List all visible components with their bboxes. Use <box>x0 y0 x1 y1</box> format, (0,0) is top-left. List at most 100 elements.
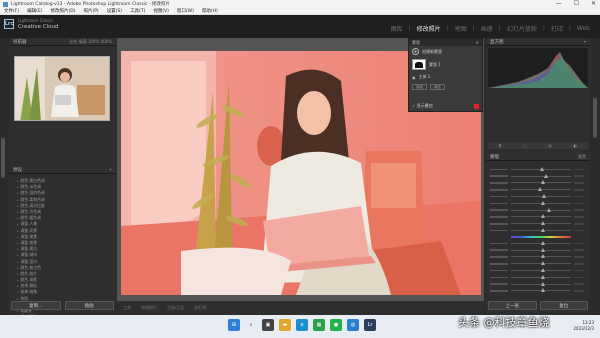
slider-knob[interactable] <box>541 240 545 245</box>
slider-knob[interactable] <box>541 200 545 205</box>
windows-start-icon[interactable]: ⊞ <box>228 319 240 331</box>
toolbar-item[interactable]: 之前/之后 <box>167 305 184 311</box>
close-button[interactable]: ✕ <box>591 0 596 8</box>
slider-row[interactable] <box>490 193 584 200</box>
slider-value[interactable] <box>574 263 584 265</box>
collapse-icon[interactable]: ▾ <box>584 39 586 44</box>
module-print[interactable]: 打印 <box>547 24 567 33</box>
slider-track[interactable] <box>511 240 571 245</box>
menu-edit[interactable]: 编辑(E) <box>27 8 42 14</box>
menu-file[interactable]: 文件(F) <box>4 8 19 14</box>
slider-knob[interactable] <box>539 166 544 171</box>
zoom-400[interactable]: 400% <box>101 39 112 44</box>
slider-value[interactable] <box>574 182 584 184</box>
slider-track[interactable] <box>511 173 571 178</box>
slider-value[interactable] <box>574 283 584 285</box>
slider-track[interactable] <box>511 166 571 171</box>
module-book[interactable]: 画册 <box>477 24 497 33</box>
eye-icon[interactable]: ◉ <box>412 75 416 80</box>
slider-row[interactable] <box>490 220 584 227</box>
slider-track[interactable] <box>511 214 571 219</box>
scroll-thumb[interactable] <box>593 98 597 138</box>
slider-knob[interactable] <box>541 180 545 185</box>
slider-knob[interactable] <box>544 173 548 178</box>
mask-icon[interactable]: ◐ <box>574 143 578 148</box>
slider-row[interactable] <box>490 288 584 295</box>
toolbar-item[interactable]: 工具 <box>123 305 131 311</box>
toolbar-item[interactable]: 软打样 <box>194 305 206 311</box>
add-mask-button[interactable]: 添加 <box>412 84 427 90</box>
module-library[interactable]: 图库 <box>387 24 407 33</box>
slider-row[interactable] <box>490 281 584 288</box>
menu-help[interactable]: 帮助(H) <box>202 8 218 14</box>
menu-tools[interactable]: 工具(T) <box>130 8 145 14</box>
paste-settings-button[interactable]: 粘贴 <box>64 301 114 310</box>
create-mask-row[interactable]: + 创建新蒙版 <box>409 46 482 57</box>
slider-knob[interactable] <box>541 247 545 252</box>
menu-develop[interactable]: 修改照片(D) <box>50 8 75 14</box>
close-icon[interactable]: ✕ <box>476 40 479 45</box>
slider-track[interactable] <box>511 281 571 286</box>
histogram-header[interactable]: 直方图 ▾ <box>486 38 590 46</box>
slider-row[interactable] <box>490 254 584 261</box>
copy-settings-button[interactable]: 复制... <box>11 301 61 310</box>
module-slideshow[interactable]: 幻灯片放映 <box>503 24 541 33</box>
slider-knob[interactable] <box>538 187 542 192</box>
slider-value[interactable] <box>574 175 584 177</box>
reset-button[interactable]: 复位 <box>539 301 588 310</box>
slider-value[interactable] <box>574 202 584 205</box>
slider-track[interactable] <box>511 200 571 205</box>
slider-knob[interactable] <box>541 254 545 259</box>
slider-row[interactable] <box>490 227 584 234</box>
heal-icon[interactable]: ◌ <box>523 143 527 148</box>
slider-value[interactable] <box>574 242 584 245</box>
edge-icon[interactable]: e <box>296 319 308 331</box>
store-icon[interactable]: ▦ <box>313 319 325 331</box>
slider-value[interactable] <box>574 249 584 251</box>
mask-section-header[interactable]: 蒙版 重置 <box>486 153 590 161</box>
slider-value[interactable] <box>574 290 584 292</box>
slider-knob[interactable] <box>541 221 545 226</box>
slider-knob[interactable] <box>541 261 545 266</box>
slider-value[interactable] <box>574 223 584 225</box>
slider-track[interactable] <box>511 187 571 192</box>
slider-row[interactable] <box>490 173 584 180</box>
slider-row[interactable] <box>490 200 584 207</box>
menu-view[interactable]: 视图(V) <box>153 8 169 14</box>
slider-track[interactable] <box>511 194 571 199</box>
previous-button[interactable]: 上一张 <box>488 301 537 310</box>
slider-value[interactable] <box>574 276 584 279</box>
lightroom-taskbar-icon[interactable]: Lr <box>364 319 376 331</box>
slider-knob[interactable] <box>547 207 551 212</box>
slider-row[interactable] <box>490 166 584 173</box>
minimize-button[interactable]: — <box>556 0 562 8</box>
slider-track[interactable] <box>511 274 571 279</box>
slider-track[interactable] <box>511 221 571 226</box>
slider-row[interactable] <box>490 207 584 214</box>
plus-icon[interactable]: + <box>412 48 419 55</box>
redeye-icon[interactable]: ◎ <box>548 143 552 148</box>
zoom-fit[interactable]: 适合 <box>69 39 77 44</box>
module-develop[interactable]: 修改照片 <box>413 24 445 33</box>
slider-row[interactable] <box>490 180 584 187</box>
menu-window[interactable]: 窗口(W) <box>177 8 194 14</box>
file-explorer-icon[interactable]: ▬ <box>279 319 291 331</box>
slider-row[interactable] <box>490 240 584 247</box>
slider-value[interactable] <box>574 209 584 211</box>
slider-row[interactable] <box>490 274 584 281</box>
menu-settings[interactable]: 设置(S) <box>107 8 122 14</box>
hue-color-bar[interactable] <box>511 235 571 238</box>
overlay-checkbox[interactable]: ✓ 显示叠加 <box>412 103 433 109</box>
slider-knob[interactable] <box>542 194 547 199</box>
wechat-icon[interactable]: ● <box>330 319 342 331</box>
zoom-fill[interactable]: 填满 <box>79 39 87 44</box>
right-panel-scrollbar[interactable] <box>592 38 598 315</box>
mask-sub-item[interactable]: ◉ 主体 1 <box>409 72 482 82</box>
slider-track[interactable] <box>511 254 571 259</box>
maximize-button[interactable]: ☐ <box>574 0 579 8</box>
menu-photo[interactable]: 照片(P) <box>83 8 98 14</box>
slider-track[interactable] <box>511 247 571 252</box>
slider-row[interactable] <box>490 214 584 221</box>
slider-value[interactable] <box>574 216 584 218</box>
slider-value[interactable] <box>574 168 584 171</box>
